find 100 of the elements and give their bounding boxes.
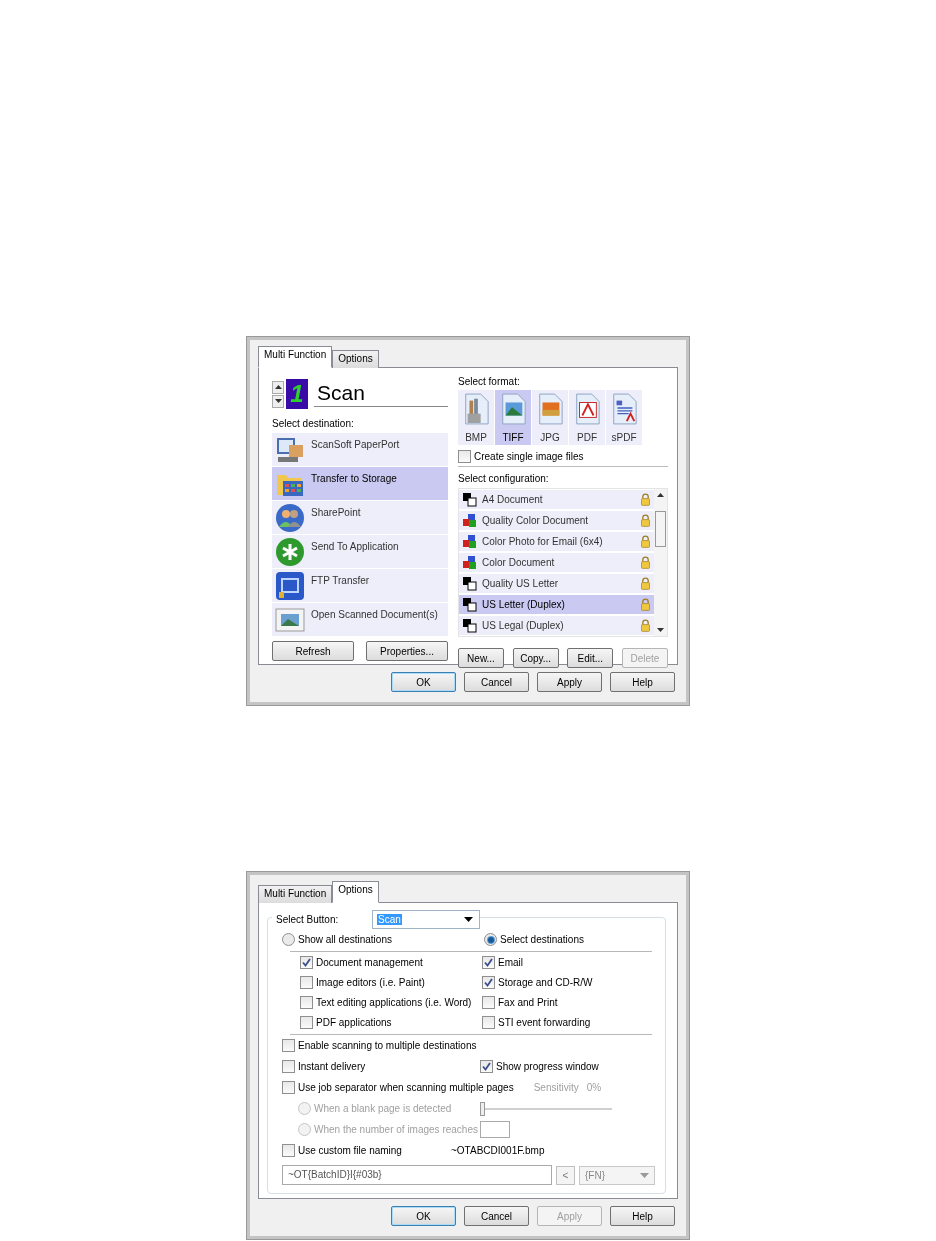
dialog-button[interactable]: Cancel	[464, 1206, 529, 1226]
configuration-item[interactable]: Color Document	[459, 553, 654, 572]
checkbox[interactable]: Use custom file naming	[282, 1144, 451, 1157]
file-icon	[573, 393, 601, 425]
file-icon	[462, 393, 490, 425]
squares-icon	[463, 597, 477, 612]
destination-item[interactable]: ScanSoft PaperPort	[272, 433, 448, 466]
radio-label: Show all destinations	[298, 934, 392, 945]
configuration-item[interactable]: US Letter (Duplex)	[459, 595, 654, 614]
lock-icon	[641, 556, 650, 569]
dialog-button[interactable]: Cancel	[464, 672, 529, 692]
checkbox[interactable]: Image editors (i.e. Paint)	[300, 976, 482, 989]
checkbox[interactable]: Enable scanning to multiple destinations	[282, 1039, 655, 1052]
destination-item[interactable]: Transfer to Storage	[272, 467, 448, 500]
dialog-button[interactable]: Copy...	[512, 648, 559, 668]
arrow-down-icon[interactable]	[657, 628, 664, 632]
checkbox-label: PDF applications	[316, 1017, 392, 1028]
format-tile[interactable]: JPG	[532, 390, 568, 445]
checkbox[interactable]: Storage and CD-R/W	[482, 976, 652, 989]
checkbox-box[interactable]	[282, 1039, 295, 1052]
checkbox-label: Use job separator when scanning multiple pages	[298, 1082, 514, 1093]
checkbox-box[interactable]	[482, 996, 495, 1009]
checkbox-box[interactable]	[480, 1060, 493, 1073]
picture-icon	[275, 605, 305, 635]
destination-label: Open Scanned Document(s)	[311, 608, 438, 620]
section-label: Select configuration:	[458, 473, 550, 486]
lock-icon	[641, 577, 650, 590]
radio-label: When a blank page is detected	[314, 1103, 452, 1114]
checkbox[interactable]: Fax and Print	[482, 996, 652, 1009]
configuration-item[interactable]: Color Photo for Email (6x4)	[459, 532, 654, 551]
tab[interactable]: Multi Function	[258, 346, 333, 368]
caret-icon[interactable]	[464, 916, 473, 922]
checkbox[interactable]: Instant delivery	[282, 1060, 480, 1073]
checkbox-box[interactable]	[300, 956, 313, 969]
format-tile[interactable]: PDF	[569, 390, 605, 445]
configuration-label: US Letter (Duplex)	[482, 599, 566, 610]
configuration-label: Color Photo for Email (6x4)	[482, 536, 604, 547]
checkbox[interactable]: Create single image files	[458, 450, 668, 467]
lock-icon	[641, 493, 650, 506]
dialog-button[interactable]: OK	[391, 672, 456, 692]
digit-display: 1	[286, 379, 308, 409]
checkbox[interactable]: Document management	[300, 956, 482, 969]
tab[interactable]: Options	[332, 881, 379, 903]
checkbox-box[interactable]	[482, 976, 495, 989]
destination-label: FTP Transfer	[311, 574, 370, 586]
checkbox-box[interactable]	[482, 956, 495, 969]
radio-label: Select destinations	[500, 934, 584, 945]
destination-item[interactable]: Send To Application	[272, 535, 448, 568]
dialog-button[interactable]: Properties...	[366, 641, 448, 661]
checkbox-label: Instant delivery	[298, 1061, 366, 1072]
dialog-button[interactable]: OK	[391, 1206, 456, 1226]
section-label: Select destination:	[272, 418, 355, 431]
format-tile[interactable]: BMP	[458, 390, 494, 445]
checkbox[interactable]: STI event forwarding	[482, 1016, 652, 1029]
field-label: Select Button:	[272, 913, 372, 925]
scrollbar-thumb[interactable]	[655, 511, 666, 547]
dialog-button[interactable]: Refresh	[272, 641, 354, 661]
checkbox-label: Text editing applications (i.e. Word)	[316, 997, 472, 1008]
checkbox-box[interactable]	[482, 1016, 495, 1029]
transfer-icon	[275, 571, 305, 601]
configuration-item[interactable]: A4 Document	[459, 490, 654, 509]
checkbox-box[interactable]	[282, 1144, 295, 1157]
checkbox-box[interactable]	[300, 996, 313, 1009]
checkbox[interactable]: Show progress window	[480, 1060, 599, 1073]
dialog-button[interactable]: Help	[610, 672, 675, 692]
checkbox[interactable]: Text editing applications (i.e. Word)	[300, 996, 482, 1009]
radio-option[interactable]: Select destinations	[484, 933, 638, 946]
lock-icon	[641, 598, 650, 611]
radio-label: When the number of images reaches	[314, 1124, 478, 1135]
checkbox-box[interactable]	[300, 976, 313, 989]
radio-button[interactable]	[282, 933, 295, 946]
checkbox[interactable]: PDF applications	[300, 1016, 482, 1029]
checkbox-box[interactable]	[282, 1060, 295, 1073]
dialog-button[interactable]: New...	[458, 648, 504, 668]
configuration-item[interactable]: Quality US Letter	[459, 574, 654, 593]
dialog-button[interactable]: Help	[610, 1206, 675, 1226]
insert-button[interactable]: <	[556, 1165, 575, 1185]
destination-item[interactable]: FTP Transfer	[272, 569, 448, 602]
checkbox-box[interactable]	[458, 450, 471, 463]
destination-item[interactable]: SharePoint	[272, 501, 448, 534]
destination-item[interactable]: Open Scanned Document(s)	[272, 603, 448, 636]
tab[interactable]: Multi Function	[258, 885, 333, 903]
tab[interactable]: Options	[332, 350, 379, 368]
dialog-button[interactable]: Edit...	[567, 648, 614, 668]
spin-buttons[interactable]	[272, 380, 284, 408]
scrollbar[interactable]	[654, 489, 667, 636]
dialog-button[interactable]: Apply	[537, 672, 602, 692]
number-field[interactable]	[480, 1121, 510, 1138]
radio-button[interactable]	[484, 933, 497, 946]
checkbox-box[interactable]	[300, 1016, 313, 1029]
checkbox-label: STI event forwarding	[498, 1017, 591, 1028]
format-tile[interactable]: TIFF	[495, 390, 531, 445]
format-tile[interactable]: sPDF	[606, 390, 642, 445]
input-field[interactable]: ~OT{BatchID}I{#03b}	[282, 1165, 552, 1185]
configuration-item[interactable]: Quality Color Document	[459, 511, 654, 530]
arrow-up-icon[interactable]	[657, 493, 664, 497]
radio-option[interactable]: Show all destinations	[282, 933, 392, 946]
checkbox[interactable]: Email	[482, 956, 652, 969]
configuration-item[interactable]: US Legal (Duplex)	[459, 616, 654, 635]
section-label: Select format:	[458, 376, 521, 389]
